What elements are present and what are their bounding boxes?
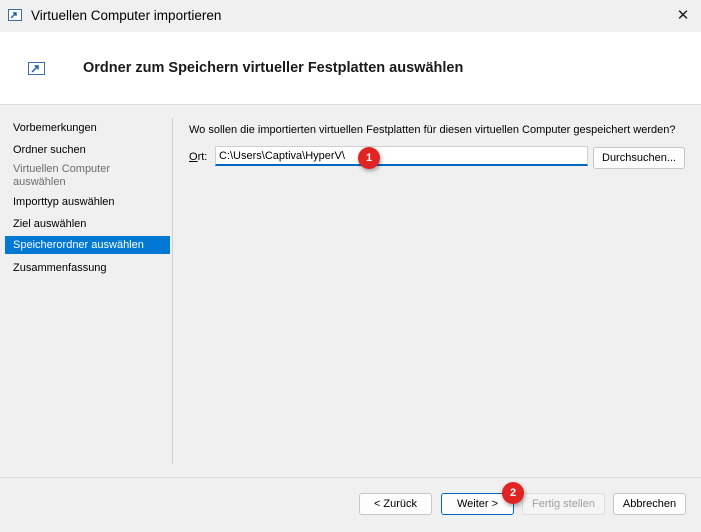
import-vm-icon (8, 9, 22, 21)
sidebar-item-virtuellen-computer: Virtuellen Computer auswählen (13, 163, 111, 188)
sidebar-item-ordner-suchen[interactable]: Ordner suchen (5, 144, 170, 157)
location-label-accesskey: O (189, 151, 198, 163)
page-title: Ordner zum Speichern virtueller Festplat… (83, 60, 464, 76)
cancel-button[interactable]: Abbrechen (613, 493, 686, 515)
sidebar-item-importtyp[interactable]: Importtyp auswählen (5, 196, 170, 209)
finish-button: Fertig stellen (522, 493, 605, 515)
back-button[interactable]: < Zurück (359, 493, 432, 515)
location-input[interactable] (215, 146, 588, 166)
sidebar-item-zusammenfassung[interactable]: Zusammenfassung (5, 262, 170, 275)
browse-accesskey: Durchsuchen... (602, 152, 676, 164)
location-label-text: rt: (197, 151, 208, 163)
sidebar-divider (172, 118, 173, 464)
window-title: Virtuellen Computer importieren (31, 8, 222, 23)
title-bar: Virtuellen Computer importieren ✕ (0, 0, 701, 33)
sidebar-item-vorbemerkungen[interactable]: Vorbemerkungen (5, 122, 170, 135)
import-vm-icon (28, 62, 45, 75)
wizard-steps-nav: Vorbemerkungen Ordner suchen Virtuellen … (0, 105, 172, 465)
footer-divider (0, 477, 701, 478)
step-marker-2: 2 (502, 482, 524, 504)
wizard-header: Ordner zum Speichern virtueller Festplat… (0, 32, 701, 105)
location-question: Wo sollen die importierten virtuellen Fe… (189, 124, 676, 136)
browse-button[interactable]: Durchsuchen... (593, 147, 685, 169)
step-marker-1: 1 (358, 147, 380, 169)
close-icon[interactable]: ✕ (669, 2, 697, 30)
location-label: Ort: (189, 151, 207, 163)
sidebar-item-speicherordner[interactable]: Speicherordner auswählen (5, 236, 170, 254)
sidebar-item-ziel[interactable]: Ziel auswählen (5, 218, 170, 231)
